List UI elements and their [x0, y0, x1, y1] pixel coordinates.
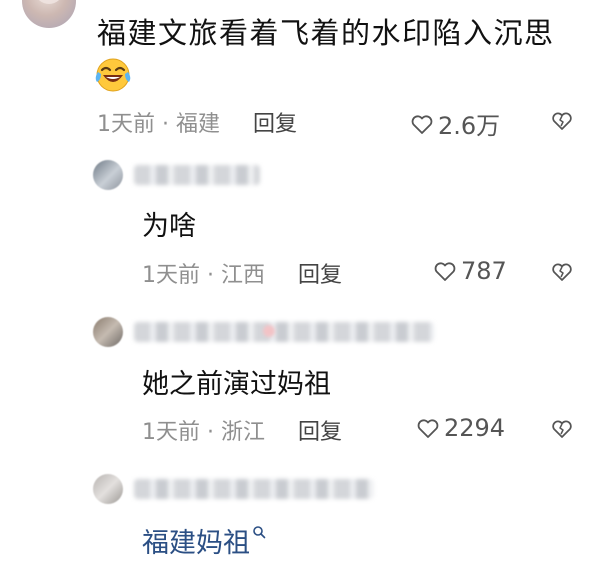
meta-separator: ·: [207, 263, 214, 288]
like-button[interactable]: 2294: [416, 414, 505, 442]
blurred-username: [134, 479, 374, 499]
like-count: 787: [461, 257, 507, 285]
search-icon: [253, 526, 266, 539]
reply-button[interactable]: 回复: [298, 420, 342, 445]
commenter-avatar[interactable]: [22, 0, 76, 28]
like-button[interactable]: 787: [433, 257, 507, 285]
reply-avatar[interactable]: [93, 474, 123, 504]
broken-heart-icon[interactable]: [551, 261, 573, 283]
laughing-crying-emoji-icon: [95, 58, 131, 92]
comment-time: 1天前: [97, 112, 155, 137]
broken-heart-icon[interactable]: [551, 110, 573, 132]
blurred-badge: [263, 325, 275, 337]
reply-time: 1天前: [142, 263, 200, 288]
reply-meta: 1天前 · 江西 回复: [142, 257, 342, 289]
heart-icon: [417, 419, 439, 438]
reply-text: 她之前演过妈祖: [142, 369, 331, 400]
comment-text: 福建文旅看着飞着的水印陷入沉思: [97, 16, 555, 50]
meta-separator: ·: [207, 420, 214, 445]
reply-button[interactable]: 回复: [298, 263, 342, 288]
search-link[interactable]: 福建妈祖: [142, 521, 266, 560]
like-count: 2.6万: [438, 112, 501, 140]
broken-heart-icon[interactable]: [551, 418, 573, 440]
search-link-text: 福建妈祖: [142, 528, 250, 559]
blurred-username: [134, 165, 260, 185]
reply-text: 为啥: [142, 211, 196, 242]
reply-location: 江西: [221, 263, 266, 288]
like-button[interactable]: 2.6万: [410, 106, 500, 141]
reply-time: 1天前: [142, 420, 200, 445]
reply-avatar[interactable]: [93, 160, 123, 190]
reply-button[interactable]: 回复: [253, 112, 297, 137]
reply-avatar[interactable]: [93, 317, 123, 347]
heart-icon: [411, 114, 433, 134]
comment-meta: 1天前 · 福建 回复: [97, 106, 297, 138]
meta-separator: ·: [162, 112, 169, 137]
reply-location: 浙江: [221, 420, 266, 445]
like-count: 2294: [444, 414, 506, 442]
comment-location: 福建: [176, 112, 221, 137]
heart-icon: [434, 262, 456, 281]
reply-meta: 1天前 · 浙江 回复: [142, 414, 342, 446]
blurred-username: [134, 322, 434, 342]
